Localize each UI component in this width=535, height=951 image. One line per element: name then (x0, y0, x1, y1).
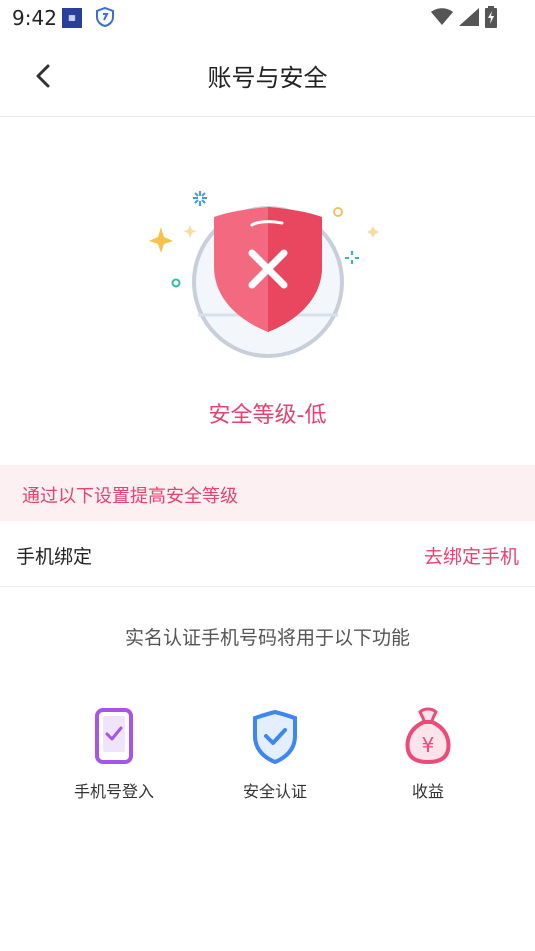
tip-banner: 通过以下设置提高安全等级 (0, 465, 535, 521)
signal-icon (459, 8, 479, 30)
feature-earnings: ¥ 收益 (358, 706, 498, 802)
features-intro: 实名认证手机号码将用于以下功能 (124, 627, 410, 649)
battery-charging-icon (485, 6, 497, 32)
shield-app-icon (94, 6, 116, 32)
security-hero: 安全等级-低 (0, 117, 535, 462)
features-list: 手机号登入 安全认证 ¥ 收益 (0, 706, 535, 816)
feature-label: 手机号登入 (73, 782, 154, 801)
money-bag-icon: ¥ (405, 707, 451, 765)
shield-check-icon (253, 709, 297, 765)
status-time: 9:42 (12, 6, 57, 30)
feature-phone-login: 手机号登入 (44, 706, 184, 802)
phone-check-icon (95, 708, 133, 764)
tip-text: 通过以下设置提高安全等级 (22, 486, 238, 507)
shield-x-icon (149, 191, 379, 358)
feature-label: 收益 (411, 782, 444, 801)
page-title: 账号与安全 (207, 64, 328, 92)
phone-binding-row[interactable]: 手机绑定 去绑定手机 (0, 522, 535, 587)
security-level-label: 安全等级-低 (208, 403, 327, 428)
feature-security-cert: 安全认证 (205, 706, 345, 802)
feature-label: 安全认证 (242, 782, 307, 801)
phone-binding-label: 手机绑定 (16, 546, 93, 568)
svg-text:¥: ¥ (422, 733, 435, 757)
status-bar: 9:42 ▦ (0, 0, 535, 36)
app-notification-icon: ▦ (62, 8, 82, 28)
wifi-icon (431, 8, 453, 30)
bind-phone-link[interactable]: 去绑定手机 (424, 542, 519, 569)
header: 账号与安全 (0, 36, 535, 117)
